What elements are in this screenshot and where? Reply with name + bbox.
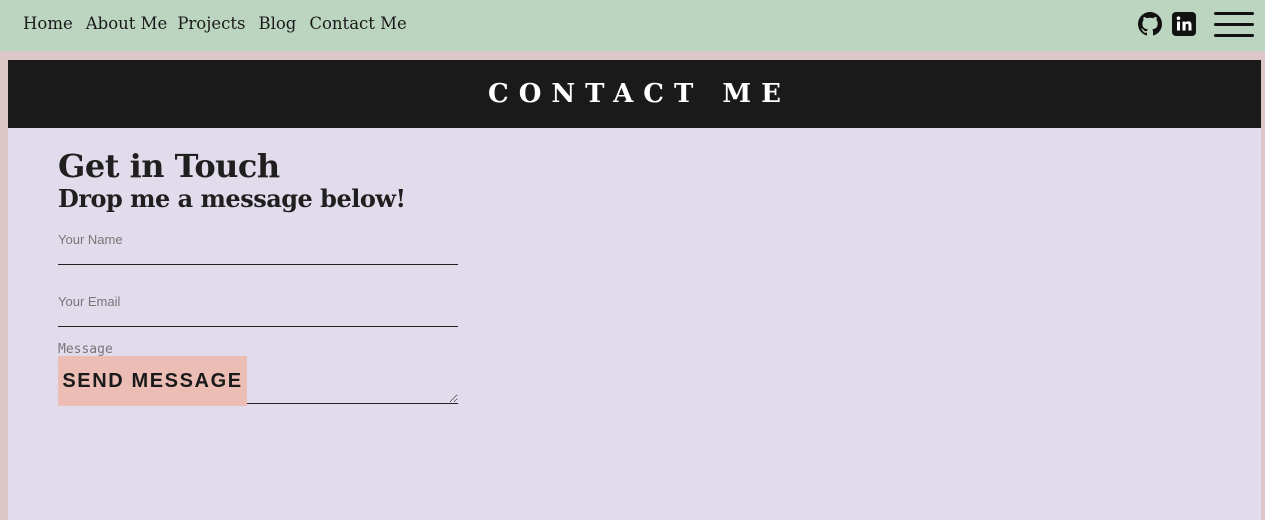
top-navigation-bar: Home About Me Projects Blog Contact Me <box>0 0 1265 51</box>
form-subheading: Drop me a message below! <box>58 184 406 213</box>
menu-bar <box>1214 34 1254 37</box>
page-title: CONTACT ME <box>488 79 791 109</box>
nav-link-projects[interactable]: Projects <box>177 14 245 33</box>
nav-link-contact-me[interactable]: Contact Me <box>309 14 406 33</box>
social-icons <box>1138 11 1254 37</box>
page-banner: CONTACT ME <box>8 60 1261 128</box>
email-field[interactable] <box>58 293 458 327</box>
linkedin-icon[interactable] <box>1172 12 1196 36</box>
contact-panel: CONTACT ME Get in Touch Drop me a messag… <box>8 60 1261 520</box>
github-icon[interactable] <box>1138 12 1162 36</box>
menu-bar <box>1214 23 1254 26</box>
nav-link-home[interactable]: Home <box>23 14 73 33</box>
send-message-button[interactable]: SEND MESSAGE <box>58 356 247 406</box>
nav-links: Home About Me Projects Blog Contact Me <box>23 14 420 33</box>
form-heading: Get in Touch <box>58 147 280 185</box>
nav-link-blog[interactable]: Blog <box>258 14 296 33</box>
contact-form: Get in Touch Drop me a message below! <box>58 147 458 404</box>
hamburger-menu-icon[interactable] <box>1214 12 1254 38</box>
name-field[interactable] <box>58 231 458 265</box>
nav-link-about-me[interactable]: About Me <box>86 14 168 33</box>
menu-bar <box>1214 12 1254 15</box>
